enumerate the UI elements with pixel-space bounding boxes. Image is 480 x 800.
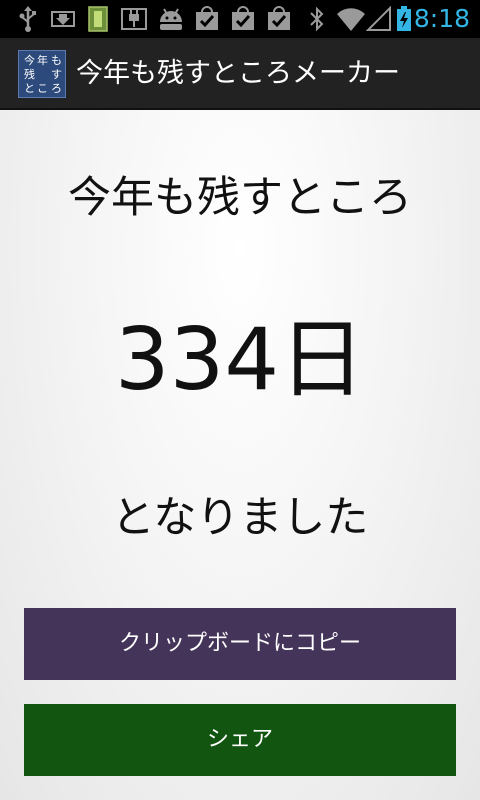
store-check-icon xyxy=(230,6,256,32)
days-remaining: 334日 xyxy=(114,310,366,410)
app-icon-char: す xyxy=(51,68,62,81)
app-icon-char: も xyxy=(51,54,62,67)
signal-icon xyxy=(366,6,392,32)
status-bar: 8:18 xyxy=(0,0,480,38)
bluetooth-icon xyxy=(308,6,326,32)
usb-debug-icon xyxy=(120,6,148,32)
sd-card-icon xyxy=(86,6,110,32)
battery-charging-icon xyxy=(396,6,412,32)
headline-text: 今年も残すところ xyxy=(68,173,412,223)
app-icon-char: ろ xyxy=(51,82,62,95)
android-icon xyxy=(156,6,186,32)
app-icon-char: こ xyxy=(37,82,48,95)
action-bar: 今 年 も 残 す と こ ろ 今年も残すところメーカー xyxy=(0,38,480,110)
store-check-icon xyxy=(194,6,220,32)
usb-icon xyxy=(18,6,38,32)
app-title: 今年も残すところメーカー xyxy=(76,58,400,89)
app-icon-char: と xyxy=(24,82,35,95)
download-icon xyxy=(50,6,76,32)
status-clock: 8:18 xyxy=(413,4,470,33)
app-icon-char: 年 xyxy=(37,54,48,67)
store-check-icon xyxy=(266,6,292,32)
copy-to-clipboard-button[interactable]: クリップボードにコピー xyxy=(24,608,456,680)
suffix-text: となりました xyxy=(111,493,369,543)
app-icon-char: 残 xyxy=(24,68,35,81)
app-icon[interactable]: 今 年 も 残 す と こ ろ xyxy=(18,50,66,98)
share-button[interactable]: シェア xyxy=(24,704,456,776)
wifi-icon xyxy=(336,6,366,32)
main-content: 今年も残すところ 334日 となりました クリップボードにコピー シェア xyxy=(0,110,480,800)
app-icon-char: 今 xyxy=(24,54,35,67)
